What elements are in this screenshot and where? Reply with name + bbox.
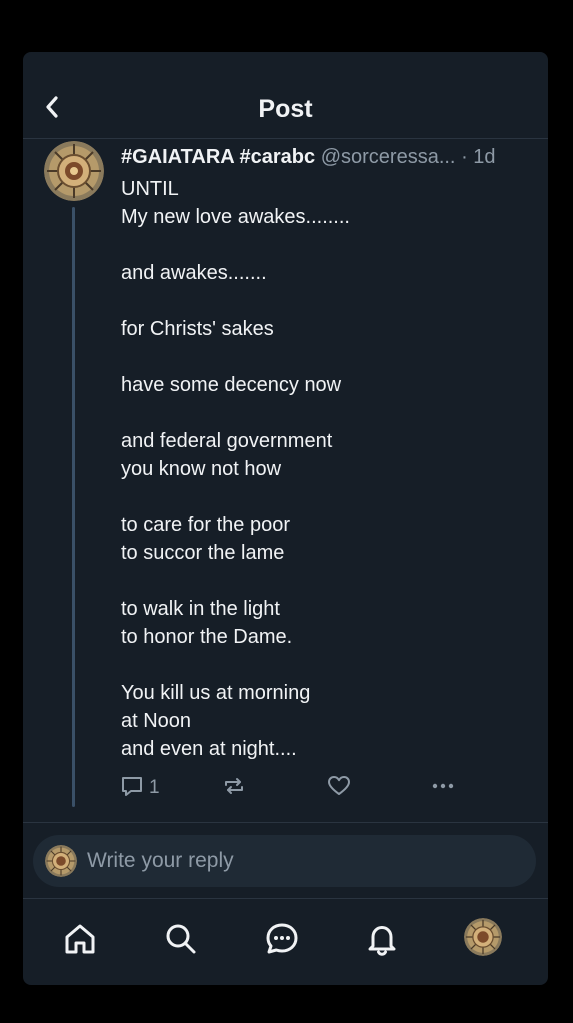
comment-icon	[119, 773, 145, 804]
home-icon	[62, 921, 98, 962]
post-text-line: and awakes.......	[121, 262, 267, 284]
post-text-line	[121, 651, 521, 679]
post-actions: 1	[119, 774, 459, 802]
post-text-line: at Noon	[121, 710, 192, 732]
post-text-line: You kill us at morning	[121, 682, 311, 704]
avatar	[464, 918, 502, 956]
post-text-line: to honor the Dame.	[121, 626, 293, 648]
post-text-line	[121, 287, 521, 315]
post-handle[interactable]: @sorceressa...	[321, 146, 456, 168]
post-text-line: for Christs' sakes	[121, 318, 274, 340]
post-text-line: to succor the lame	[121, 542, 285, 564]
post-text-line	[121, 483, 521, 511]
thread-line	[72, 207, 75, 807]
reply-button[interactable]: 1	[119, 774, 160, 802]
post-text-line	[121, 231, 521, 259]
avatar[interactable]	[44, 141, 104, 201]
post-header: #GAIATARA #carabc @sorceressa... · 1d	[121, 144, 533, 170]
tab-profile[interactable]	[464, 918, 502, 956]
post-text-line: and even at night....	[121, 738, 297, 760]
reply-placeholder: Write your reply	[87, 849, 234, 872]
post-text-line	[121, 343, 521, 371]
tab-chat[interactable]	[262, 921, 302, 961]
post-time: 1d	[473, 146, 496, 168]
post-text-line: and federal government	[121, 430, 333, 452]
chat-icon	[264, 921, 300, 962]
separator: ·	[461, 146, 468, 168]
post-text-line: you know not how	[121, 458, 282, 480]
post-text-line: to care for the poor	[121, 514, 290, 536]
post-text-line: UNTIL	[121, 178, 179, 200]
avatar	[45, 845, 77, 877]
post-author[interactable]: #GAIATARA #carabc	[121, 146, 315, 168]
header: Post	[23, 52, 548, 139]
post-text-line: My new love awakes........	[121, 206, 350, 228]
tab-home[interactable]	[60, 921, 100, 961]
post-text-line	[121, 567, 521, 595]
page-title: Post	[258, 95, 313, 123]
reply-input[interactable]: Write your reply	[33, 835, 536, 887]
repost-icon	[221, 773, 247, 804]
post-text-line	[121, 399, 521, 427]
divider	[23, 822, 548, 823]
more-button[interactable]	[430, 774, 456, 802]
like-button[interactable]	[326, 774, 352, 802]
heart-icon	[326, 773, 352, 804]
more-horizontal-icon	[430, 773, 456, 804]
tab-notifications[interactable]	[362, 921, 402, 961]
app-screen: Post #GAIATARA #carabc @sorceressa... · …	[23, 52, 548, 985]
reply-count: 1	[149, 777, 160, 798]
post-text-line: have some decency now	[121, 374, 342, 396]
post-body: UNTIL My new love awakes........ and awake…	[121, 175, 521, 763]
bell-icon	[364, 921, 400, 962]
search-icon	[163, 921, 199, 962]
post-text-line: to walk in the light	[121, 598, 280, 620]
tab-search[interactable]	[161, 921, 201, 961]
repost-button[interactable]	[221, 774, 247, 802]
bottom-tab-bar	[23, 899, 548, 985]
